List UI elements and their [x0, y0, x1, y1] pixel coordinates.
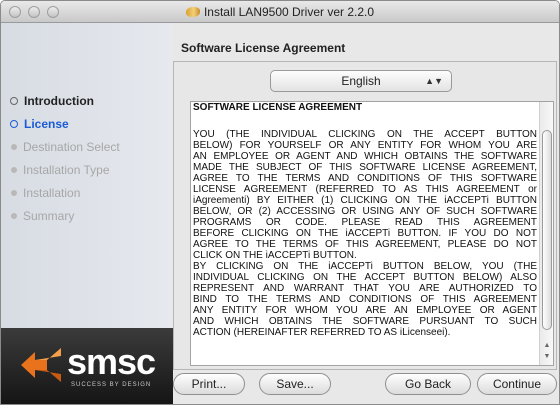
- step-bullet-icon: [11, 212, 17, 219]
- installer-steps: Introduction License Destination Select …: [10, 89, 120, 227]
- step-label: Summary: [23, 208, 75, 223]
- step-destination-select: Destination Select: [11, 135, 120, 158]
- license-line: iAgreementi) BY EITHER (1) CLICKING ON T…: [193, 195, 537, 206]
- license-line: ACTION (HEREINAFTER REFERRED TO AS iLice…: [193, 327, 451, 338]
- window-title: Install LAN9500 Driver ver 2.2.0: [203, 5, 375, 19]
- scrollbar-thumb[interactable]: [542, 130, 552, 330]
- sidebar: Introduction License Destination Select …: [1, 23, 173, 404]
- print-button[interactable]: Print...: [173, 373, 245, 395]
- step-license: License: [10, 112, 120, 135]
- continue-button[interactable]: Continue: [477, 373, 557, 395]
- license-scrollbar[interactable]: ▲ ▼: [539, 102, 553, 365]
- license-line: REPRESENT AND WARRANT THAT YOU ARE AUTHO…: [193, 283, 537, 294]
- license-line: BY CLICKING ON THE iACCEPTi BUTTON BELOW…: [193, 261, 537, 272]
- license-title: SOFTWARE LICENSE AGREEMENT: [193, 102, 363, 113]
- license-line: BELOW) FOR YOURSELF OR ANY ENTITY FOR WH…: [193, 140, 537, 151]
- up-down-arrows-icon: ▲▼: [425, 76, 443, 86]
- license-body: YOU (THE INDIVIDUAL CLICKING ON THE ACCE…: [193, 129, 537, 338]
- license-line: AGREE TO THE TERMS AND CONDITIONS OF THI…: [193, 173, 537, 184]
- installer-window: Install LAN9500 Driver ver 2.2.0 Introdu…: [0, 0, 560, 405]
- step-installation: Installation: [11, 181, 120, 204]
- brand-tagline: SUCCESS BY DESIGN: [71, 382, 152, 388]
- step-label: Installation: [23, 185, 81, 200]
- license-line: AN EMPLOYEE OR AGENT AND WHICH OBTAINS T…: [193, 151, 537, 162]
- language-selected: English: [341, 74, 381, 88]
- license-panel: English ▲▼ SOFTWARE LICENSE AGREEMENT YO…: [173, 61, 557, 370]
- step-introduction: Introduction: [10, 89, 120, 112]
- scroll-up-arrow-icon[interactable]: ▲: [542, 341, 552, 351]
- step-bullet-icon: [11, 189, 17, 196]
- save-button[interactable]: Save...: [259, 373, 331, 395]
- license-line: LICENSE AGREEMENT (REFERRED TO AS THIS A…: [193, 184, 537, 195]
- smsc-logo-icon: [21, 348, 61, 382]
- go-back-button[interactable]: Go Back: [385, 373, 471, 395]
- license-line: BELOW, OR (2) ACCESSING OR USING ANY OF …: [193, 206, 537, 217]
- step-label: Introduction: [24, 93, 94, 108]
- license-line: ANY ENTITY FOR WHOM YOU ARE AN EMPLOYEE …: [193, 305, 537, 316]
- license-text-area[interactable]: SOFTWARE LICENSE AGREEMENT YOU (THE INDI…: [190, 101, 554, 366]
- license-line: INDIVIDUAL CLICKING ON THE ACCEPT BUTTON…: [193, 272, 537, 283]
- step-label: Installation Type: [23, 162, 110, 177]
- scroll-down-arrow-icon[interactable]: ▼: [542, 352, 552, 362]
- step-bullet-icon: [10, 96, 18, 105]
- license-line: CLICK ON THE iACCEPTi BUTTON.: [193, 250, 357, 261]
- license-line: BEFORE CLICKING ON THE iACCEPTi BUTTON. …: [193, 228, 537, 239]
- step-summary: Summary: [11, 204, 120, 227]
- step-bullet-icon: [10, 119, 18, 128]
- license-line: BIND TO THE TERMS AND CONDITIONS OF THIS…: [193, 294, 537, 305]
- license-line: PROGRAMS OR CODE. PLEASE READ THIS AGREE…: [193, 217, 537, 228]
- step-label: License: [24, 116, 69, 131]
- license-line: YOU (THE INDIVIDUAL CLICKING ON THE ACCE…: [193, 129, 537, 140]
- step-bullet-icon: [11, 143, 17, 150]
- step-bullet-icon: [11, 166, 17, 173]
- license-line: MADE THE SUBJECT OF THIS SOFTWARE LICENS…: [193, 162, 537, 173]
- language-select[interactable]: English ▲▼: [270, 70, 452, 92]
- step-installation-type: Installation Type: [11, 158, 120, 181]
- license-line: AND WHICH OBTAINS THE SOFTWARE PURSUANT …: [193, 316, 537, 327]
- license-line: AGREE TO THE TERMS OF THIS AGREEMENT, PL…: [193, 239, 537, 250]
- page-heading: Software License Agreement: [181, 41, 346, 55]
- window-title-wrap: Install LAN9500 Driver ver 2.2.0: [1, 5, 559, 19]
- step-label: Destination Select: [23, 139, 120, 154]
- brand-banner: smsc SUCCESS BY DESIGN: [1, 328, 173, 404]
- brand-name: smsc: [67, 341, 156, 382]
- title-bar[interactable]: Install LAN9500 Driver ver 2.2.0: [1, 1, 559, 23]
- package-icon: [185, 7, 200, 17]
